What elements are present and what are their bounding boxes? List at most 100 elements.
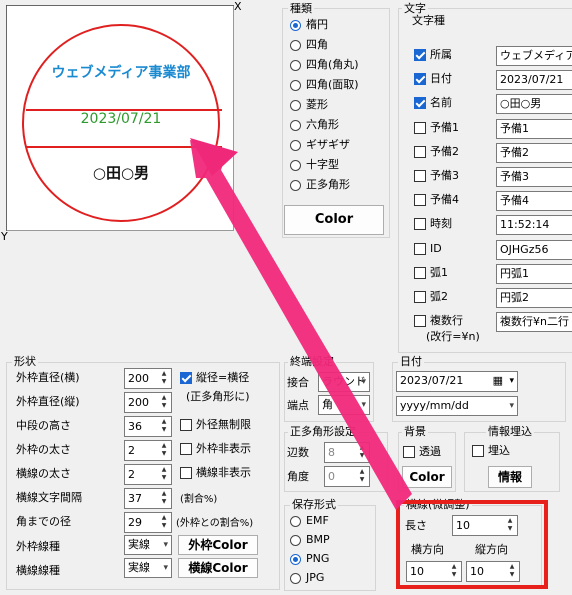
save-format-radio-0[interactable]	[290, 516, 301, 527]
shape-radio-1[interactable]	[290, 40, 301, 51]
text-row-input[interactable]: 予備3	[496, 167, 572, 187]
text-row-checkbox[interactable]	[414, 291, 426, 303]
hide-hline-label: 横線非表示	[196, 466, 251, 479]
info-button[interactable]: 情報	[488, 466, 532, 488]
text-row-label: 弧2	[430, 290, 448, 303]
hline-line-select[interactable]: 実線 ▾	[124, 558, 172, 578]
multiline-note: (改行=¥n)	[426, 330, 480, 343]
hline-color-button[interactable]: 横線Color	[178, 558, 258, 578]
save-format-radio-1[interactable]	[290, 535, 301, 546]
sides-value: 8	[328, 446, 335, 459]
date-title: 日付	[398, 355, 424, 368]
polygon-note: (正多角形に)	[186, 390, 250, 403]
spinner-arrows-icon[interactable]: ▲ ▼	[158, 370, 170, 387]
date-format-value: yyyy/mm/dd	[400, 399, 469, 412]
shape-title: 形状	[12, 355, 38, 368]
chevron-down-icon: ▾	[361, 377, 366, 387]
spinner-arrows-icon[interactable]: ▲ ▼	[158, 442, 170, 459]
spinner-arrows-icon[interactable]: ▲ ▼	[158, 514, 170, 531]
shape-row-value: 200	[128, 396, 149, 409]
transparent-checkbox[interactable]	[403, 446, 415, 458]
text-row-checkbox[interactable]	[414, 266, 426, 279]
text-row-input[interactable]: 11:52:14	[496, 215, 572, 236]
outer-line-label: 外枠線種	[16, 540, 60, 553]
outer-line-value: 実線	[128, 538, 150, 551]
text-row-checkbox[interactable]	[414, 97, 426, 110]
text-row-checkbox[interactable]	[414, 242, 426, 255]
shape-row-spinner[interactable]: 36 ▲ ▼	[124, 416, 172, 437]
no-limit-checkbox[interactable]	[180, 419, 192, 431]
text-row-checkbox[interactable]	[414, 49, 426, 61]
chevron-down-icon: ▾	[163, 540, 168, 550]
spinner-arrows-icon[interactable]: ▲ ▼	[158, 418, 170, 435]
hline-line-label: 横線線種	[16, 564, 60, 577]
endpoint-title: 終端設定	[288, 355, 336, 368]
text-row-checkbox[interactable]	[414, 73, 426, 86]
spinner-arrows-icon[interactable]: ▲ ▼	[158, 394, 170, 411]
join-select[interactable]: ラウンド ▾	[318, 372, 370, 392]
shape-radio-7[interactable]	[290, 160, 301, 171]
hide-hline-checkbox[interactable]	[180, 467, 192, 479]
shape-row-label: 横線文字間隔	[16, 491, 82, 504]
save-format-label: EMF	[306, 514, 329, 527]
shape-row-value: 2	[128, 444, 135, 457]
outer-color-button[interactable]: 外枠Color	[178, 535, 258, 555]
chevron-down-icon[interactable]: ▾	[509, 372, 514, 390]
spinner-arrows-icon[interactable]: ▲ ▼	[356, 468, 368, 485]
shape-radio-4[interactable]	[290, 100, 301, 111]
text-row-input[interactable]: ○田○男	[496, 94, 572, 115]
outer-line-select[interactable]: 実線 ▾	[124, 535, 172, 555]
shape-row-spinner[interactable]: 2 ▲ ▼	[124, 440, 172, 461]
shape-row-spinner[interactable]: 200 ▲ ▼	[124, 368, 172, 389]
spinner-arrows-icon[interactable]: ▲ ▼	[356, 444, 368, 461]
shape-row-spinner[interactable]: 200 ▲ ▼	[124, 392, 172, 413]
date-picker[interactable]: 2023/07/21 ▦ ▾	[396, 371, 518, 392]
shape-radio-8[interactable]	[290, 180, 301, 191]
text-row-checkbox[interactable]	[414, 145, 426, 158]
shape-row-spinner[interactable]: 37 ▲ ▼	[124, 488, 172, 509]
text-row-input[interactable]: 2023/07/21	[496, 70, 572, 91]
text-row-input[interactable]: ウェブメディア事	[496, 46, 572, 66]
hide-outer-checkbox[interactable]	[180, 443, 192, 455]
save-format-radio-2[interactable]	[290, 554, 301, 565]
text-row-checkbox[interactable]	[414, 194, 426, 207]
text-row-input[interactable]: 予備2	[496, 142, 572, 163]
text-row-input[interactable]: 予備1	[496, 118, 572, 139]
shape-row-spinner[interactable]: 2 ▲ ▼	[124, 464, 172, 485]
keep-ratio-checkbox[interactable]	[180, 372, 192, 384]
shape-row-label: 外枠直径(縦)	[16, 395, 80, 408]
text-row-label: 弧1	[430, 265, 448, 279]
text-row-label: 予備2	[430, 144, 459, 158]
spinner-arrows-icon[interactable]: ▲ ▼	[158, 466, 170, 483]
text-row-input[interactable]: 円弧2	[496, 288, 572, 308]
sides-spinner[interactable]: 8 ▲ ▼	[324, 442, 370, 463]
save-format-radio-3[interactable]	[290, 573, 301, 584]
text-subtitle: 文字種	[410, 14, 447, 27]
shape-color-button[interactable]: Color	[284, 205, 384, 235]
calendar-icon[interactable]: ▦	[493, 372, 503, 390]
date-format-select[interactable]: yyyy/mm/dd ▾	[396, 396, 518, 416]
shape-row-spinner[interactable]: 29 ▲ ▼	[124, 512, 172, 533]
embed-checkbox[interactable]	[472, 445, 484, 457]
text-row-checkbox[interactable]	[414, 218, 426, 231]
angle-spinner[interactable]: 0 ▲ ▼	[324, 466, 370, 487]
text-row-checkbox[interactable]	[414, 315, 426, 328]
end-value: 角	[322, 398, 333, 411]
text-row-input[interactable]: 円弧1	[496, 263, 572, 284]
shape-radio-3[interactable]	[290, 80, 301, 91]
shape-radio-5[interactable]	[290, 120, 301, 131]
shape-radio-6[interactable]	[290, 140, 301, 151]
text-row-input[interactable]: 予備4	[496, 191, 572, 212]
background-color-button[interactable]: Color	[402, 466, 452, 488]
shape-radio-2[interactable]	[290, 60, 301, 71]
hide-outer-label: 外枠非表示	[196, 442, 251, 455]
spinner-arrows-icon[interactable]: ▲ ▼	[158, 490, 170, 507]
text-row-checkbox[interactable]	[414, 170, 426, 182]
text-row-input[interactable]: OJHGz56	[496, 239, 572, 260]
chevron-down-icon: ▾	[509, 401, 514, 411]
shape-radio-0[interactable]	[290, 20, 301, 31]
text-row-checkbox[interactable]	[414, 121, 426, 134]
end-select[interactable]: 角 ▾	[318, 395, 370, 415]
keep-ratio-label: 縦径=横径	[196, 371, 250, 384]
text-row-input[interactable]: 複数行¥n二行	[496, 312, 572, 333]
